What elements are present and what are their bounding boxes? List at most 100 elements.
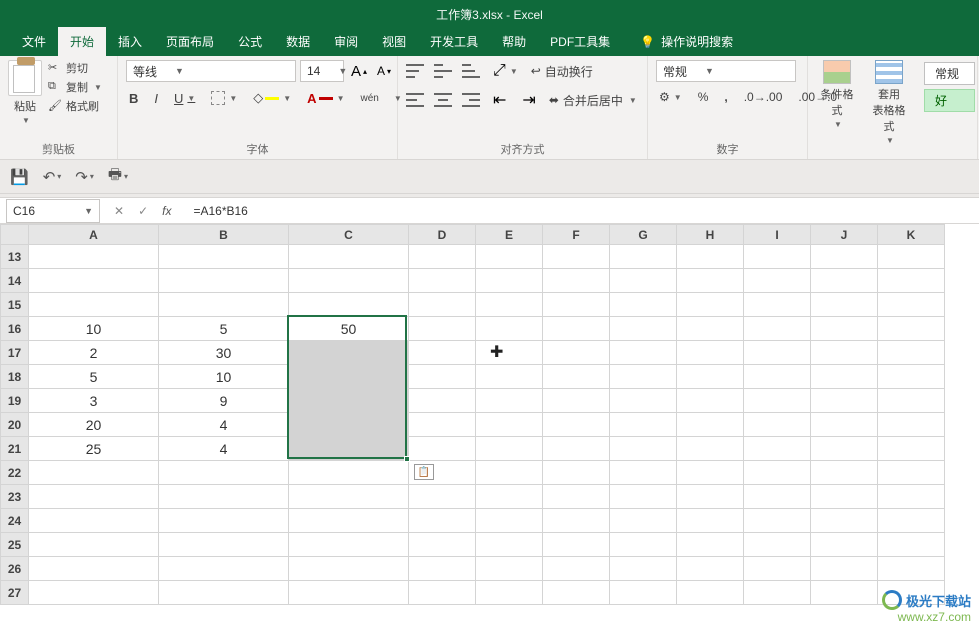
tab-help[interactable]: 帮助 <box>490 27 538 56</box>
cell-E15[interactable] <box>476 293 543 317</box>
cell-B26[interactable] <box>159 557 289 581</box>
cell-I25[interactable] <box>744 533 811 557</box>
cell-J27[interactable] <box>811 581 878 605</box>
fx-button[interactable]: fx <box>162 204 171 218</box>
cell-F24[interactable] <box>543 509 610 533</box>
cell-E14[interactable] <box>476 269 543 293</box>
cell-E18[interactable] <box>476 365 543 389</box>
cell-G19[interactable] <box>610 389 677 413</box>
row-header-21[interactable]: 21 <box>1 437 29 461</box>
tab-data[interactable]: 数据 <box>274 27 322 56</box>
cell-B21[interactable]: 4 <box>159 437 289 461</box>
cell-D27[interactable] <box>409 581 476 605</box>
font-size-combo[interactable]: 14▼ <box>300 60 344 82</box>
cell-K27[interactable] <box>878 581 945 605</box>
cell-C21[interactable]: 100 <box>289 437 409 461</box>
cut-button[interactable]: ✂剪切 <box>48 60 102 76</box>
tab-review[interactable]: 审阅 <box>322 27 370 56</box>
cell-J18[interactable] <box>811 365 878 389</box>
cell-J16[interactable] <box>811 317 878 341</box>
cell-K13[interactable] <box>878 245 945 269</box>
cell-C14[interactable] <box>289 269 409 293</box>
cell-G24[interactable] <box>610 509 677 533</box>
cell-D13[interactable] <box>409 245 476 269</box>
cell-J24[interactable] <box>811 509 878 533</box>
cell-J20[interactable] <box>811 413 878 437</box>
tab-dev[interactable]: 开发工具 <box>418 27 490 56</box>
cell-H18[interactable] <box>677 365 744 389</box>
cell-D16[interactable] <box>409 317 476 341</box>
cell-G15[interactable] <box>610 293 677 317</box>
cell-B27[interactable] <box>159 581 289 605</box>
cell-F13[interactable] <box>543 245 610 269</box>
cell-A18[interactable]: 5 <box>29 365 159 389</box>
cell-H20[interactable] <box>677 413 744 437</box>
cell-E17[interactable] <box>476 341 543 365</box>
cell-J26[interactable] <box>811 557 878 581</box>
cell-A24[interactable] <box>29 509 159 533</box>
merge-center-button[interactable]: ⬌合并后居中▼ <box>549 92 637 109</box>
italic-button[interactable]: I <box>151 89 161 108</box>
tab-pdf[interactable]: PDF工具集 <box>538 27 622 56</box>
bold-button[interactable]: B <box>126 89 141 108</box>
tab-home[interactable]: 开始 <box>58 27 106 56</box>
cell-B17[interactable]: 30 <box>159 341 289 365</box>
col-header-H[interactable]: H <box>677 225 744 245</box>
row-header-20[interactable]: 20 <box>1 413 29 437</box>
font-name-combo[interactable]: 等线▼ <box>126 60 296 82</box>
cell-G23[interactable] <box>610 485 677 509</box>
cell-C23[interactable] <box>289 485 409 509</box>
cell-H19[interactable] <box>677 389 744 413</box>
cell-F14[interactable] <box>543 269 610 293</box>
paste-options-button[interactable]: 📋 <box>414 464 434 480</box>
orientation-button[interactable]: ⤢▼ <box>490 60 521 82</box>
cell-C22[interactable] <box>289 461 409 485</box>
cell-E24[interactable] <box>476 509 543 533</box>
cell-C16[interactable]: 50 <box>289 317 409 341</box>
decrease-indent-button[interactable]: ⇤ <box>490 88 509 112</box>
col-header-J[interactable]: J <box>811 225 878 245</box>
tab-layout[interactable]: 页面布局 <box>154 27 226 56</box>
cell-E25[interactable] <box>476 533 543 557</box>
cell-K22[interactable] <box>878 461 945 485</box>
cell-B19[interactable]: 9 <box>159 389 289 413</box>
formula-input[interactable]: =A16*B16 <box>185 204 979 218</box>
row-header-16[interactable]: 16 <box>1 317 29 341</box>
cell-E23[interactable] <box>476 485 543 509</box>
cell-G21[interactable] <box>610 437 677 461</box>
cell-H13[interactable] <box>677 245 744 269</box>
cell-C25[interactable] <box>289 533 409 557</box>
row-header-25[interactable]: 25 <box>1 533 29 557</box>
cell-B15[interactable] <box>159 293 289 317</box>
increase-font-button[interactable]: A▴ <box>348 61 370 82</box>
accounting-format-button[interactable]: ⚙▼ <box>656 88 685 106</box>
cell-K21[interactable] <box>878 437 945 461</box>
cell-K14[interactable] <box>878 269 945 293</box>
row-header-24[interactable]: 24 <box>1 509 29 533</box>
conditional-format-button[interactable]: 条件格式▼ <box>816 60 858 129</box>
row-header-17[interactable]: 17 <box>1 341 29 365</box>
cell-H23[interactable] <box>677 485 744 509</box>
cell-K15[interactable] <box>878 293 945 317</box>
cell-I18[interactable] <box>744 365 811 389</box>
col-header-B[interactable]: B <box>159 225 289 245</box>
cell-D23[interactable] <box>409 485 476 509</box>
cell-C18[interactable]: 50 <box>289 365 409 389</box>
tell-me[interactable]: 💡 操作说明搜索 <box>630 27 743 56</box>
cell-E16[interactable] <box>476 317 543 341</box>
row-header-19[interactable]: 19 <box>1 389 29 413</box>
cell-H14[interactable] <box>677 269 744 293</box>
cell-B24[interactable] <box>159 509 289 533</box>
cell-K26[interactable] <box>878 557 945 581</box>
cell-J15[interactable] <box>811 293 878 317</box>
cell-E21[interactable] <box>476 437 543 461</box>
cell-D19[interactable] <box>409 389 476 413</box>
cell-K24[interactable] <box>878 509 945 533</box>
cell-A16[interactable]: 10 <box>29 317 159 341</box>
cell-D17[interactable] <box>409 341 476 365</box>
row-header-22[interactable]: 22 <box>1 461 29 485</box>
cell-D18[interactable] <box>409 365 476 389</box>
align-middle-button[interactable] <box>434 64 452 78</box>
col-header-D[interactable]: D <box>409 225 476 245</box>
row-header-18[interactable]: 18 <box>1 365 29 389</box>
